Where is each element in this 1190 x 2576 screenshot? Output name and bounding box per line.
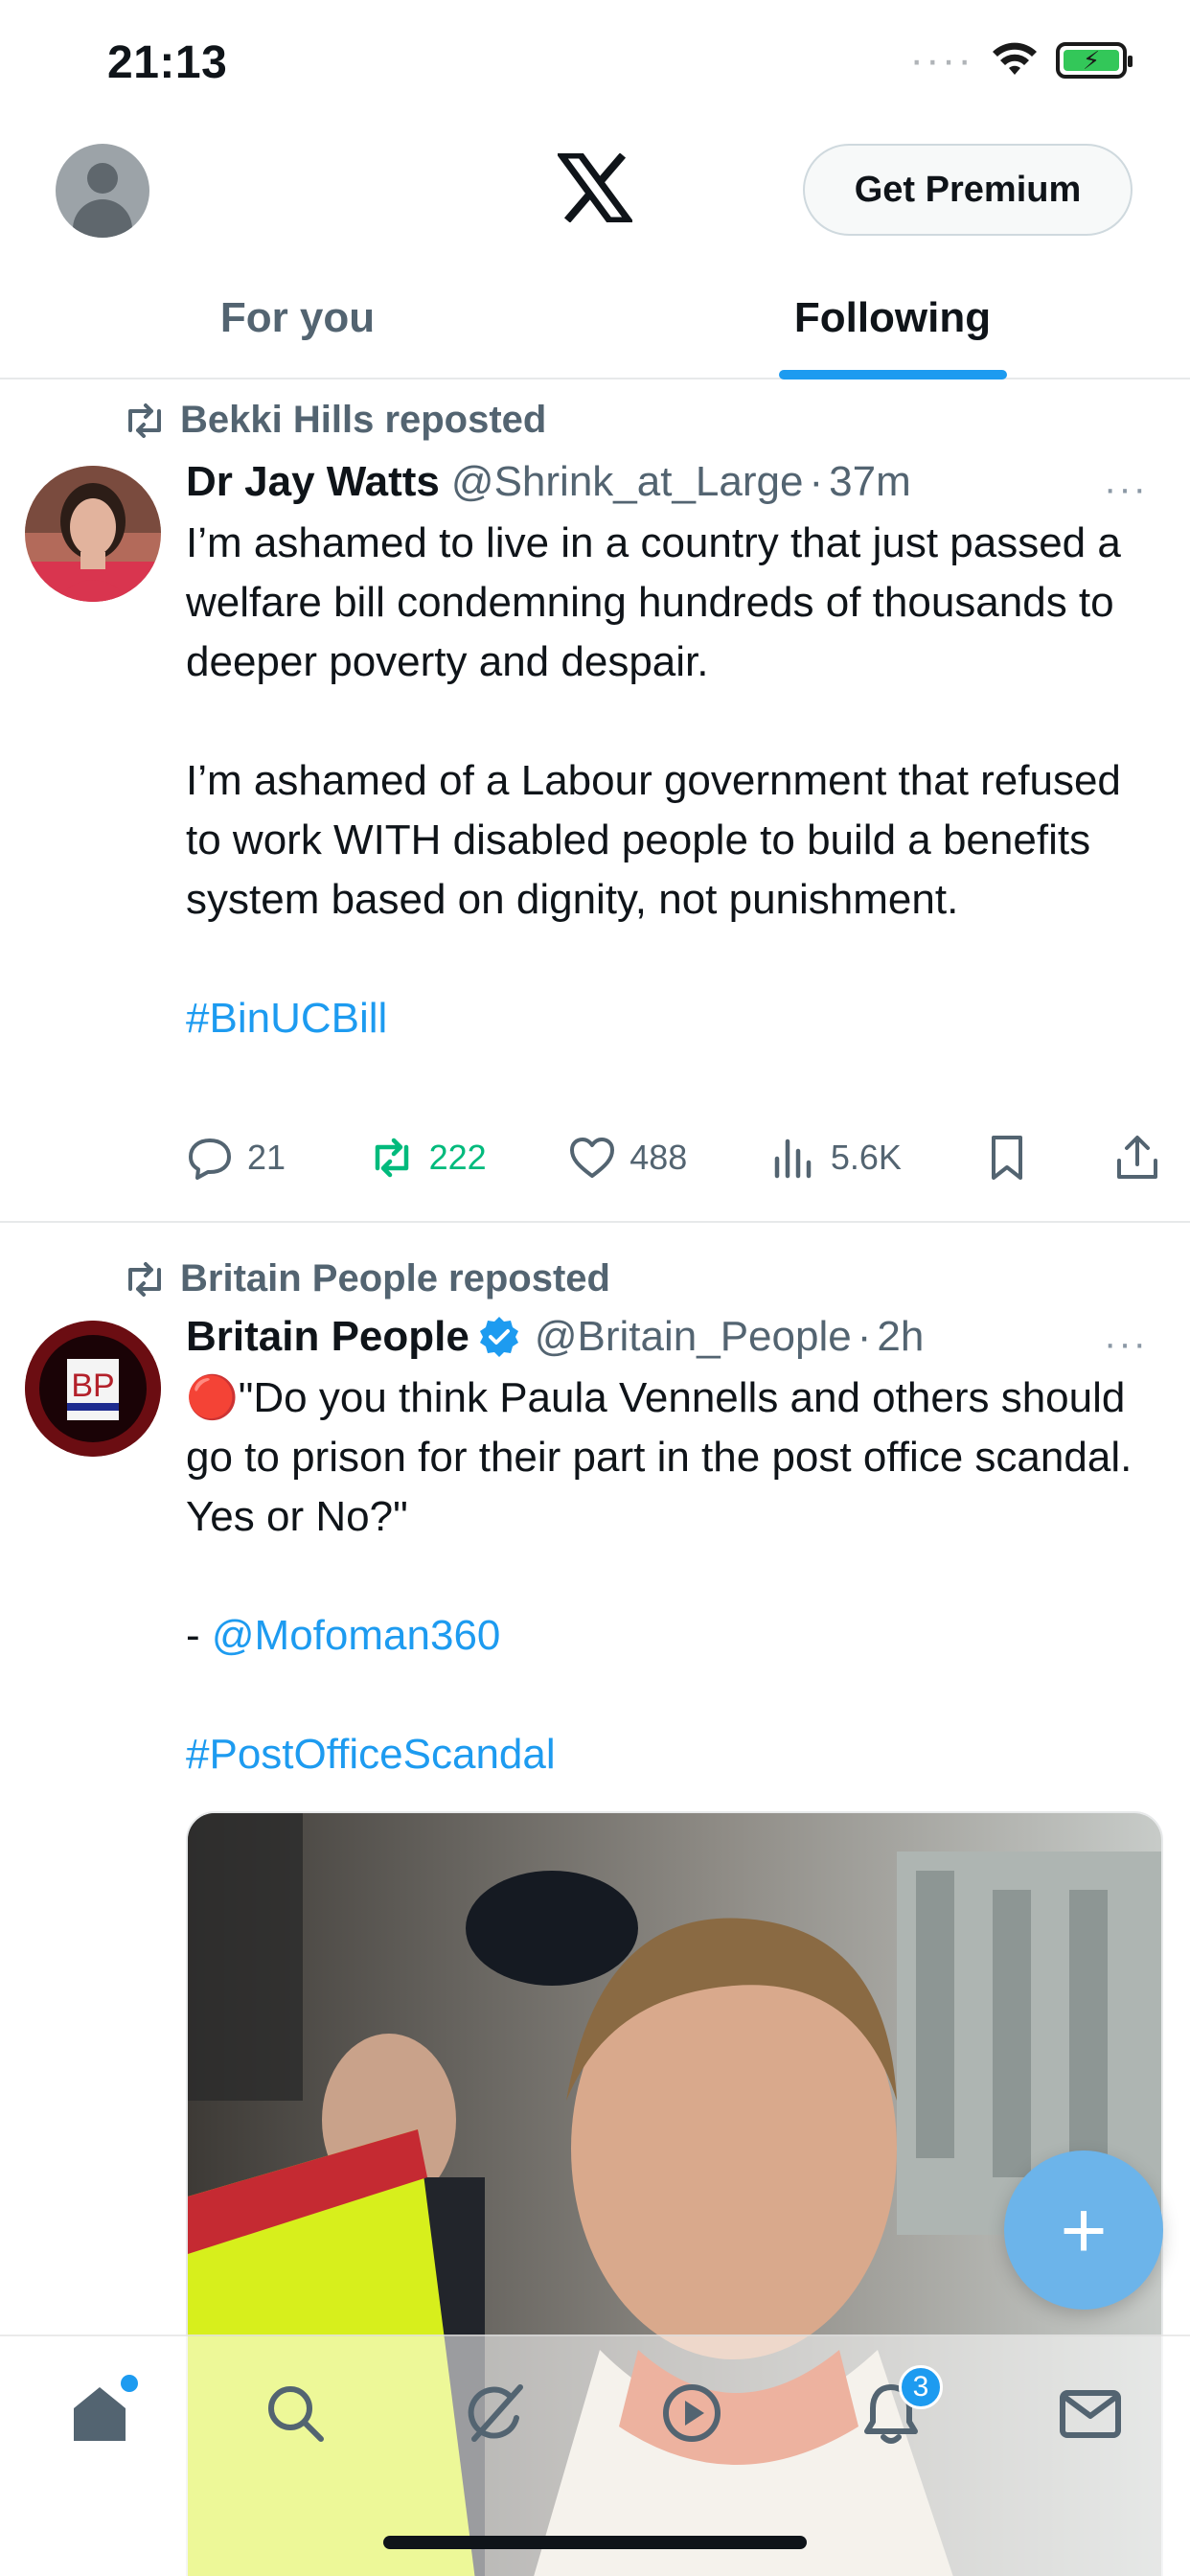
get-premium-button[interactable]: Get Premium <box>803 144 1133 236</box>
messages-mail-icon <box>1060 2390 1121 2438</box>
feed-tabs: For you Following <box>0 259 1190 380</box>
compose-button[interactable]: + <box>1004 2150 1163 2310</box>
avatar-text: BP <box>71 1368 114 1404</box>
nav-home[interactable] <box>61 2375 138 2451</box>
author-handle[interactable]: @Britain_People <box>535 1313 852 1361</box>
home-unread-dot <box>121 2375 138 2392</box>
repost-by-label: Bekki Hills reposted <box>180 399 547 441</box>
bookmark-button[interactable] <box>983 1134 1031 1182</box>
tab-following-label: Following <box>793 294 992 341</box>
wifi-icon <box>993 42 1037 75</box>
status-icons: ···· ⚡ <box>909 36 1133 83</box>
reply-icon <box>189 1138 231 1180</box>
grok-icon <box>468 2384 523 2442</box>
share-button[interactable] <box>1113 1134 1161 1182</box>
x-logo-icon[interactable] <box>558 153 632 222</box>
hashtag-link[interactable]: #BinUCBill <box>186 995 387 1042</box>
tweet-text-paragraph-1: I’m ashamed to live in a country that ju… <box>186 519 1133 685</box>
view-count: 5.6K <box>830 1138 902 1177</box>
share-icon <box>1117 1136 1157 1179</box>
tweet-text: 🔴"Do you think Paula Vennells and others… <box>186 1368 1161 1784</box>
more-options-icon[interactable]: ··· <box>1104 468 1148 511</box>
repost-attribution: Bekki Hills reposted <box>123 399 546 442</box>
tab-for-you-label: For you <box>219 294 376 341</box>
tweet-content: Dr Jay Watts @Shrink_at_Large · 37m ··· … <box>186 458 1161 1048</box>
active-tab-indicator <box>778 370 1007 380</box>
battery-charging-icon: ⚡ <box>1056 42 1133 79</box>
author-avatar[interactable]: BP <box>25 1321 161 1457</box>
repost-small-icon <box>128 402 161 438</box>
search-icon <box>268 2386 324 2442</box>
tweet-actions: 21 222 488 5.6K <box>186 1129 1161 1186</box>
home-indicator <box>383 2536 807 2549</box>
signal-dots-icon: ···· <box>909 36 973 83</box>
notifications-count-badge: 3 <box>899 2365 943 2409</box>
tweet-text-paragraph-1: 🔴"Do you think Paula Vennells and others… <box>186 1374 1155 1540</box>
nav-search[interactable] <box>257 2375 333 2451</box>
tweet-header: Britain People @Britain_People · 2h <box>186 1313 1161 1361</box>
tweet-text: I’m ashamed to live in a country that ju… <box>186 514 1161 1048</box>
views-button[interactable]: 5.6K <box>769 1134 902 1182</box>
separator-dot: · <box>809 458 824 505</box>
compose-plus-icon: + <box>1060 2184 1108 2275</box>
author-handle[interactable]: @Shrink_at_Large <box>451 458 804 506</box>
verified-badge-icon <box>479 1317 518 1357</box>
nav-messages[interactable] <box>1052 2375 1129 2451</box>
hashtag-link[interactable]: #PostOfficeScandal <box>186 1731 556 1778</box>
author-avatar[interactable] <box>25 466 161 602</box>
tweet-1[interactable]: Bekki Hills reposted Dr Jay Watts @Shrin… <box>0 381 1190 1221</box>
reply-count: 21 <box>247 1138 286 1177</box>
status-time: 21:13 <box>107 37 228 88</box>
tweet-text-paragraph-2: I’m ashamed of a Labour government that … <box>186 757 1133 923</box>
tweet-content: Britain People @Britain_People · 2h ··· … <box>186 1313 1161 1784</box>
tweet-time: 2h <box>877 1313 925 1360</box>
more-options-icon[interactable]: ··· <box>1104 1322 1148 1366</box>
like-button[interactable]: 488 <box>568 1134 687 1182</box>
views-chart-icon <box>774 1138 812 1179</box>
repost-by-label: Britain People reposted <box>180 1257 610 1300</box>
nav-notifications[interactable]: 3 <box>853 2365 943 2451</box>
mention-link[interactable]: @Mofoman360 <box>212 1612 501 1659</box>
tweet-time: 37m <box>829 458 911 505</box>
nav-grok[interactable] <box>456 2375 533 2451</box>
repost-icon <box>375 1138 408 1178</box>
video-play-icon <box>663 2384 721 2442</box>
author-name[interactable]: Britain People <box>186 1313 469 1361</box>
reply-button[interactable]: 21 <box>186 1134 286 1182</box>
author-name[interactable]: Dr Jay Watts <box>186 458 440 506</box>
repost-small-icon <box>128 1261 161 1297</box>
repost-attribution: Britain People reposted <box>123 1257 610 1300</box>
tab-for-you[interactable]: For you <box>0 259 595 378</box>
nav-video[interactable] <box>653 2375 730 2451</box>
tweet-header: Dr Jay Watts @Shrink_at_Large · 37m <box>186 458 1161 506</box>
profile-avatar-icon[interactable] <box>56 144 149 238</box>
repost-count: 222 <box>428 1138 487 1177</box>
tab-following[interactable]: Following <box>595 259 1190 380</box>
status-bar: 21:13 ···· ⚡ <box>0 0 1190 125</box>
separator-dot: · <box>857 1313 872 1360</box>
repost-button[interactable]: 222 <box>368 1134 487 1182</box>
like-count: 488 <box>629 1138 688 1177</box>
heart-icon <box>570 1138 615 1178</box>
mention-prefix: - <box>186 1612 212 1659</box>
top-header: Get Premium <box>0 125 1190 259</box>
bookmark-icon <box>992 1136 1023 1180</box>
